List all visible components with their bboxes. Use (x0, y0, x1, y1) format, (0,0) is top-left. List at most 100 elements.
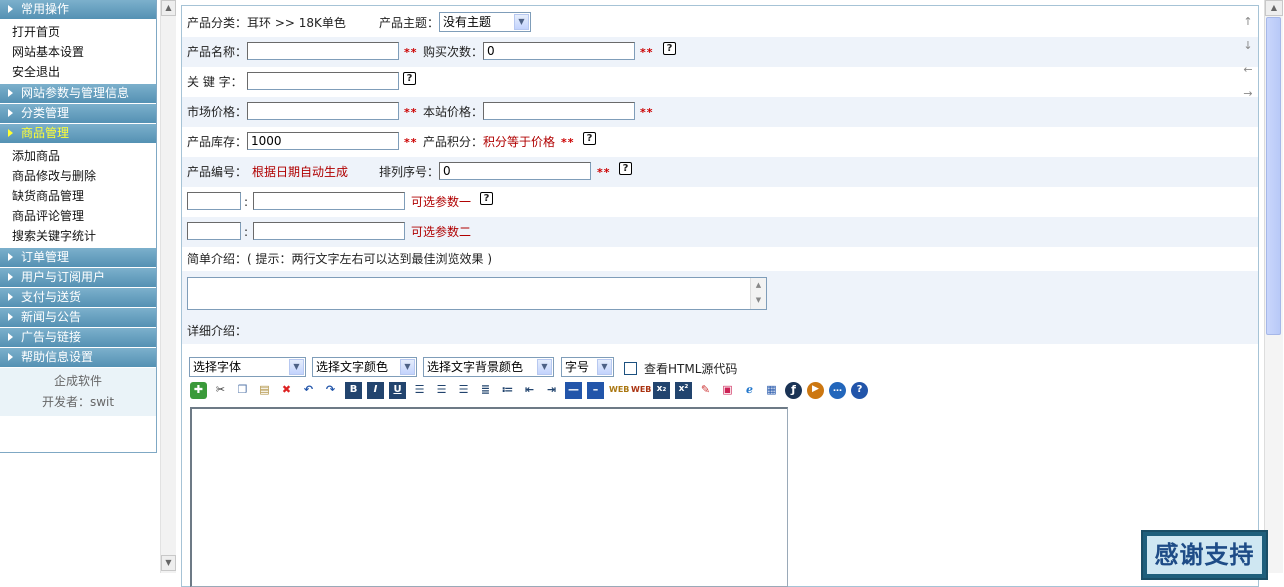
align-right-icon[interactable]: ☰ (455, 382, 472, 399)
image-icon[interactable]: ▣ (719, 382, 736, 399)
chevron-down-icon: ▼ (537, 359, 552, 375)
indent-icon[interactable]: ⇥ (543, 382, 560, 399)
ordered-list-icon[interactable]: ≣ (477, 382, 494, 399)
arrow-up-icon[interactable]: ↑ (1240, 10, 1256, 34)
sidebar-item-edit-goods[interactable]: 商品修改与删除 (0, 166, 156, 186)
param1-name-input[interactable] (187, 192, 241, 210)
unordered-list-icon[interactable]: ≔ (499, 382, 516, 399)
html-source-checkbox[interactable] (624, 362, 637, 375)
arrow-right-icon[interactable]: → (1240, 82, 1256, 106)
sidebar-group-header[interactable]: 常用操作 (0, 0, 156, 20)
thanks-text: 感谢支持 (1147, 536, 1262, 574)
sidebar-group-help[interactable]: 帮助信息设置 (0, 348, 156, 368)
param2-name-input[interactable] (187, 222, 241, 240)
flash-icon[interactable]: ƒ (785, 382, 802, 399)
html-source-label: 查看HTML源代码 (644, 362, 738, 376)
sidebar-item-keyword-stats[interactable]: 搜索关键字统计 (0, 226, 156, 246)
arrow-left-icon[interactable]: ← (1240, 58, 1256, 82)
comment-icon[interactable]: … (829, 382, 846, 399)
subscript-icon[interactable]: x₂ (653, 382, 670, 399)
delete-icon[interactable]: ✖ (278, 382, 295, 399)
sidebar-item-out-of-stock[interactable]: 缺货商品管理 (0, 186, 156, 206)
scroll-down-icon[interactable]: ▼ (751, 293, 766, 308)
sidebar-item-site-settings[interactable]: 网站基本设置 (0, 42, 156, 62)
sidebar-group-news[interactable]: 新闻与公告 (0, 308, 156, 328)
textarea-scrollbar[interactable]: ▲ ▼ (750, 278, 766, 309)
align-center-icon[interactable]: ☰ (433, 382, 450, 399)
copy-icon[interactable]: ❐ (234, 382, 251, 399)
sidebar-group-site-params[interactable]: 网站参数与管理信息 (0, 84, 156, 104)
scroll-up-icon[interactable]: ▲ (751, 278, 766, 293)
redo-icon[interactable]: ↷ (322, 382, 339, 399)
italic-icon[interactable]: I (367, 382, 384, 399)
web-flash-icon[interactable]: WEB (631, 382, 651, 399)
sidebar-group-payment[interactable]: 支付与送货 (0, 288, 156, 308)
thin-rule-icon[interactable]: – (587, 382, 604, 399)
market-price-input[interactable] (247, 102, 399, 120)
stock-input[interactable] (247, 132, 399, 150)
text-color-select[interactable]: 选择文字颜色 ▼ (312, 357, 417, 377)
help-circle-icon[interactable]: ? (851, 382, 868, 399)
help-icon[interactable]: ? (480, 192, 493, 205)
triangle-right-icon (8, 353, 13, 361)
sidebar-group-header-active[interactable]: 商品管理 (0, 124, 156, 144)
undo-icon[interactable]: ↶ (300, 382, 317, 399)
help-icon[interactable]: ? (403, 72, 416, 85)
detail-label: 详细介绍： (187, 324, 248, 338)
theme-select[interactable]: 没有主题 ▼ (439, 12, 531, 32)
category-value: 耳环 >> 18K单色 (247, 16, 346, 30)
sidebar-item-reviews[interactable]: 商品评论管理 (0, 206, 156, 226)
keyword-input[interactable] (247, 72, 399, 90)
new-document-icon[interactable]: ✚ (190, 382, 207, 399)
triangle-right-icon (8, 333, 13, 341)
scroll-up-icon[interactable]: ▲ (1265, 0, 1283, 16)
param1-value-input[interactable] (253, 192, 405, 210)
scroll-down-icon[interactable]: ▼ (161, 555, 176, 571)
web-image-icon[interactable]: WEB (609, 382, 629, 399)
brief-textarea[interactable]: ▲ ▼ (187, 277, 767, 310)
page-scrollbar[interactable]: ▲ (1264, 0, 1283, 573)
underline-icon[interactable]: U (389, 382, 406, 399)
font-size-select[interactable]: 字号 ▼ (561, 357, 614, 377)
link-icon[interactable]: ℯ (741, 382, 758, 399)
font-select[interactable]: 选择字体 ▼ (189, 357, 306, 377)
sidebar-item-add-goods[interactable]: 添加商品 (0, 146, 156, 166)
brush-icon[interactable]: ✎ (697, 382, 714, 399)
buy-count-input[interactable] (483, 42, 635, 60)
text-bgcolor-select[interactable]: 选择文字背景颜色 ▼ (423, 357, 554, 377)
sidebar-group-category[interactable]: 分类管理 (0, 104, 156, 124)
site-price-input[interactable] (483, 102, 635, 120)
param-separator: : (244, 225, 249, 239)
sidebar-item-logout[interactable]: 安全退出 (0, 62, 156, 82)
arrow-down-icon[interactable]: ↓ (1240, 34, 1256, 58)
bold-icon[interactable]: B (345, 382, 362, 399)
paste-icon[interactable]: ▤ (256, 382, 273, 399)
media-play-icon[interactable]: ▶ (807, 382, 824, 399)
superscript-icon[interactable]: x² (675, 382, 692, 399)
sidebar-group-common: 常用操作 打开首页 网站基本设置 安全退出 (0, 0, 156, 84)
frame-scrollbar[interactable]: ▲ ▼ (160, 0, 176, 573)
sidebar-group-users[interactable]: 用户与订阅用户 (0, 268, 156, 288)
cut-icon[interactable]: ✂ (212, 382, 229, 399)
stock-label: 产品库存： (187, 135, 248, 149)
sidebar-item-open-home[interactable]: 打开首页 (0, 22, 156, 42)
scroll-up-icon[interactable]: ▲ (161, 0, 176, 16)
sidebar-group-orders[interactable]: 订单管理 (0, 248, 156, 268)
brief-label: 简单介绍：( 提示：两行文字左右可以达到最佳浏览效果 ) (187, 252, 492, 266)
help-icon[interactable]: ? (583, 132, 596, 145)
scrollbar-thumb[interactable] (1266, 17, 1281, 335)
sort-input[interactable] (439, 162, 591, 180)
align-left-icon[interactable]: ☰ (411, 382, 428, 399)
help-icon[interactable]: ? (619, 162, 632, 175)
triangle-right-icon (8, 89, 13, 97)
sidebar-group-ads[interactable]: 广告与链接 (0, 328, 156, 348)
param2-value-input[interactable] (253, 222, 405, 240)
outdent-icon[interactable]: ⇤ (521, 382, 538, 399)
help-icon[interactable]: ? (663, 42, 676, 55)
table-icon[interactable]: ▦ (763, 382, 780, 399)
rich-text-editor[interactable] (190, 407, 788, 587)
name-input[interactable] (247, 42, 399, 60)
horizontal-rule-icon[interactable]: — (565, 382, 582, 399)
category-row: 产品分类： 耳环 >> 18K单色 产品主题： 没有主题 ▼ (182, 7, 1258, 37)
keyword-label: 关 键 字： (187, 75, 243, 89)
